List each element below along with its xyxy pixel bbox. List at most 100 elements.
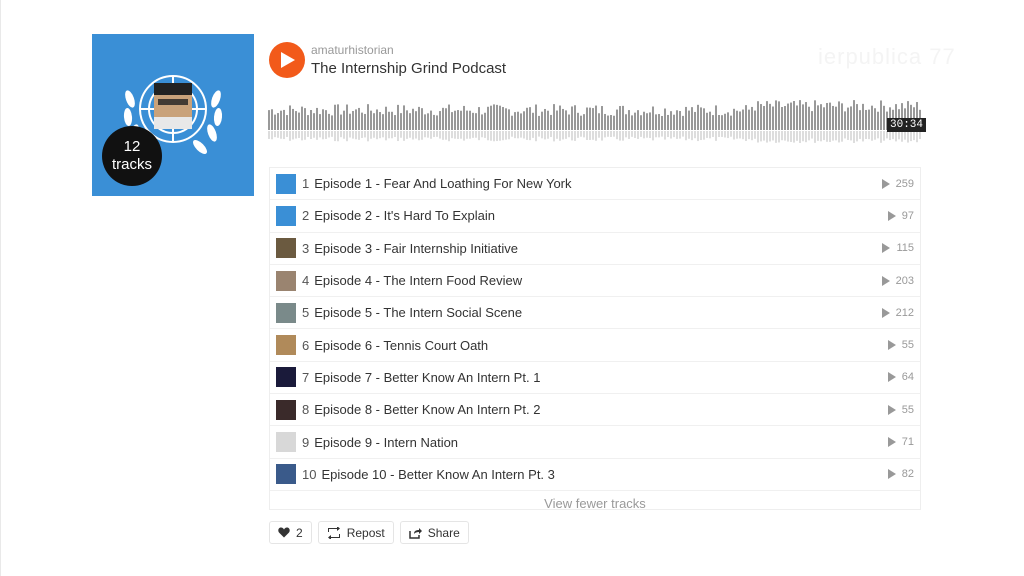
waveform-bar — [343, 110, 345, 130]
play-count-value: 71 — [901, 436, 914, 449]
waveform-reflection — [868, 131, 870, 140]
play-count-icon — [881, 307, 890, 318]
waveform-reflection — [664, 131, 666, 140]
track-row[interactable]: 4 Episode 4 - The Intern Food Review 203 — [270, 265, 920, 298]
waveform-bar — [658, 114, 660, 130]
uploader-link[interactable]: amaturhistorian — [311, 43, 394, 57]
playlist-title[interactable]: The Internship Grind Podcast — [311, 60, 506, 77]
track-number: 9 — [302, 434, 310, 450]
waveform-reflection — [517, 131, 519, 139]
share-button[interactable]: Share — [399, 521, 469, 544]
track-title[interactable]: Episode 5 - The Intern Social Scene — [314, 305, 522, 320]
play-button[interactable] — [269, 42, 305, 78]
track-row[interactable]: 1 Episode 1 - Fear And Loathing For New Y… — [270, 168, 920, 201]
waveform-reflection — [580, 131, 582, 137]
waveform-reflection — [502, 131, 504, 141]
waveform-reflection — [349, 131, 351, 138]
view-fewer-tracks-link[interactable]: View fewer tracks — [270, 491, 920, 519]
track-thumbnail — [276, 335, 296, 356]
waveform-reflection — [415, 131, 417, 139]
track-row[interactable]: 3 Episode 3 - Fair Internship Initiative 1… — [270, 233, 920, 265]
play-count: 71 — [887, 436, 914, 449]
track-title[interactable]: Episode 9 - Intern Nation — [314, 435, 458, 450]
track-title[interactable]: Episode 2 - It's Hard To Explain — [314, 208, 495, 223]
waveform-bar — [598, 113, 600, 130]
waveform-reflection — [607, 131, 609, 137]
waveform-reflection — [646, 131, 648, 138]
waveform-bar — [268, 110, 270, 130]
track-row[interactable]: 5 Episode 5 - The Intern Social Scene 212 — [270, 297, 920, 330]
waveform-bar — [688, 110, 690, 130]
waveform-reflection — [865, 131, 867, 140]
waveform-reflection — [676, 131, 678, 139]
waveform-bar — [532, 112, 534, 130]
waveform-bar — [685, 106, 687, 130]
waveform-bar — [433, 114, 435, 130]
waveform-reflection — [694, 131, 696, 139]
waveform-reflection — [910, 131, 912, 142]
waveform-bar — [733, 108, 735, 130]
waveform-reflection — [496, 131, 498, 142]
waveform-bar — [277, 113, 279, 130]
play-count-value: 97 — [901, 209, 914, 222]
track-title[interactable]: Episode 6 - Tennis Court Oath — [314, 338, 488, 353]
waveform-bar — [511, 115, 513, 130]
waveform-reflection — [298, 131, 300, 138]
track-title[interactable]: Episode 8 - Better Know An Intern Pt. 2 — [314, 402, 540, 417]
track-title[interactable]: Episode 10 - Better Know An Intern Pt. 3 — [321, 467, 554, 482]
waveform-bar — [388, 111, 390, 130]
waveform-reflection — [742, 131, 744, 140]
waveform-bar — [445, 108, 447, 130]
waveform-reflection — [670, 131, 672, 139]
waveform[interactable] — [268, 96, 922, 146]
track-thumbnail — [276, 238, 296, 259]
waveform-bar — [655, 114, 657, 130]
repost-button[interactable]: Repost — [317, 521, 394, 544]
waveform-reflection — [586, 131, 588, 140]
waveform-reflection — [778, 131, 780, 143]
track-number: 10 — [302, 466, 317, 482]
track-row[interactable]: 9 Episode 9 - Intern Nation 71 — [270, 426, 920, 459]
track-title[interactable]: Episode 3 - Fair Internship Initiative — [314, 241, 518, 256]
track-row[interactable]: 8 Episode 8 - Better Know An Intern Pt. 2… — [270, 394, 920, 427]
track-row[interactable]: 6 Episode 6 - Tennis Court Oath 55 — [270, 329, 920, 362]
waveform-bar — [340, 114, 342, 130]
share-icon — [408, 527, 422, 539]
waveform-reflection — [829, 131, 831, 142]
waveform-bar — [286, 115, 288, 130]
waveform-bar — [508, 109, 510, 130]
waveform-reflection — [820, 131, 822, 142]
waveform-bar — [475, 113, 477, 130]
waveform-reflection — [391, 131, 393, 139]
waveform-reflection — [322, 131, 324, 140]
track-title[interactable]: Episode 1 - Fear And Loathing For New Yo… — [314, 176, 571, 191]
waveform-bar — [706, 112, 708, 130]
waveform-bar — [412, 108, 414, 130]
waveform-reflection — [883, 131, 885, 141]
waveform-reflection — [679, 131, 681, 139]
waveform-reflection — [538, 131, 540, 137]
track-title[interactable]: Episode 7 - Better Know An Intern Pt. 1 — [314, 370, 540, 385]
waveform-reflection — [442, 131, 444, 140]
like-button[interactable]: 2 — [269, 521, 312, 544]
track-number: 2 — [302, 208, 310, 224]
waveform-reflection — [817, 131, 819, 141]
waveform-reflection — [682, 131, 684, 137]
waveform-bar — [550, 114, 552, 130]
waveform-reflection — [622, 131, 624, 141]
waveform-bar — [409, 113, 411, 130]
track-row[interactable]: 2 Episode 2 - It's Hard To Explain 97 — [270, 200, 920, 233]
waveform-bar — [826, 102, 828, 130]
waveform-reflection — [658, 131, 660, 138]
waveform-bar — [868, 109, 870, 130]
track-title[interactable]: Episode 4 - The Intern Food Review — [314, 273, 522, 288]
playlist-artwork[interactable]: 12 tracks — [92, 34, 254, 196]
waveform-reflection — [880, 131, 882, 143]
waveform-bar — [847, 107, 849, 130]
waveform-reflection — [388, 131, 390, 139]
track-row[interactable]: 7 Episode 7 - Better Know An Intern Pt. 1… — [270, 362, 920, 395]
track-row[interactable]: 10 Episode 10 - Better Know An Intern Pt.… — [270, 459, 920, 491]
waveform-bar — [817, 105, 819, 130]
waveform-bar — [643, 111, 645, 130]
waveform-bar — [529, 107, 531, 130]
